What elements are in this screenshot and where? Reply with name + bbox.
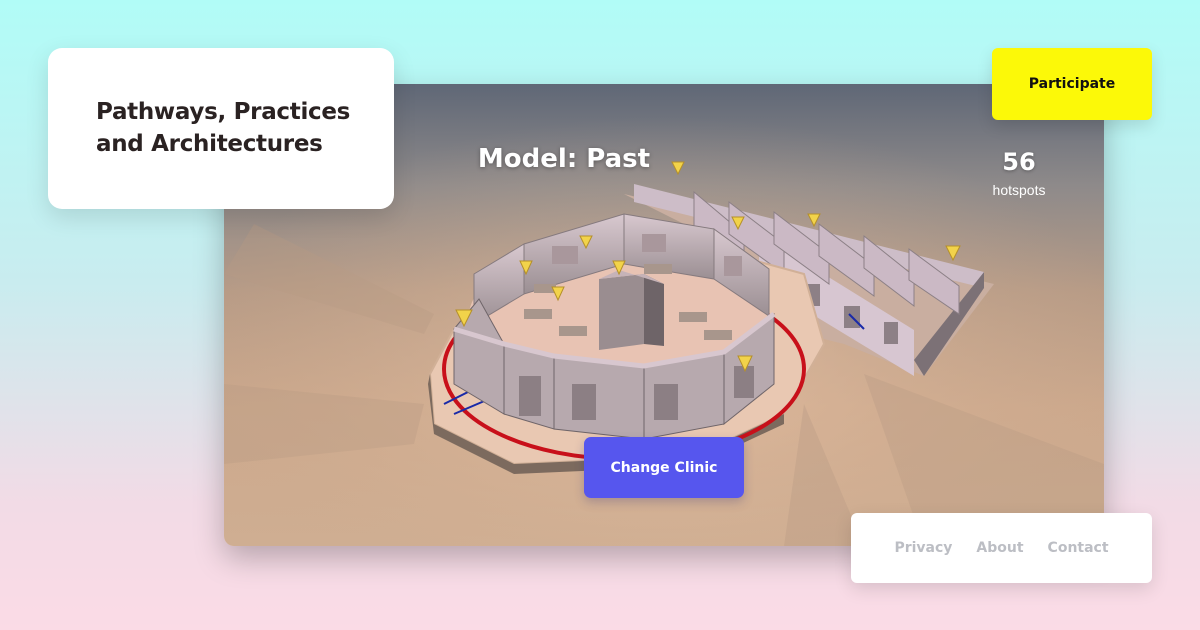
change-clinic-button[interactable]: Change Clinic bbox=[584, 437, 744, 498]
footer-link-contact[interactable]: Contact bbox=[1048, 540, 1109, 556]
participate-button[interactable]: Participate bbox=[992, 48, 1152, 120]
footer-link-about[interactable]: About bbox=[976, 540, 1023, 556]
hotspot-count: 56 bbox=[1002, 148, 1036, 176]
title-card: Pathways, Practices and Architectures bbox=[48, 48, 394, 209]
hotspot-label: hotspots bbox=[992, 182, 1046, 198]
footer-nav: Privacy About Contact bbox=[851, 513, 1152, 583]
central-pillar bbox=[599, 270, 664, 350]
hotspot-counter: 56 hotspots bbox=[974, 148, 1064, 198]
footer-link-privacy[interactable]: Privacy bbox=[894, 540, 952, 556]
site-title: Pathways, Practices and Architectures bbox=[96, 99, 351, 157]
